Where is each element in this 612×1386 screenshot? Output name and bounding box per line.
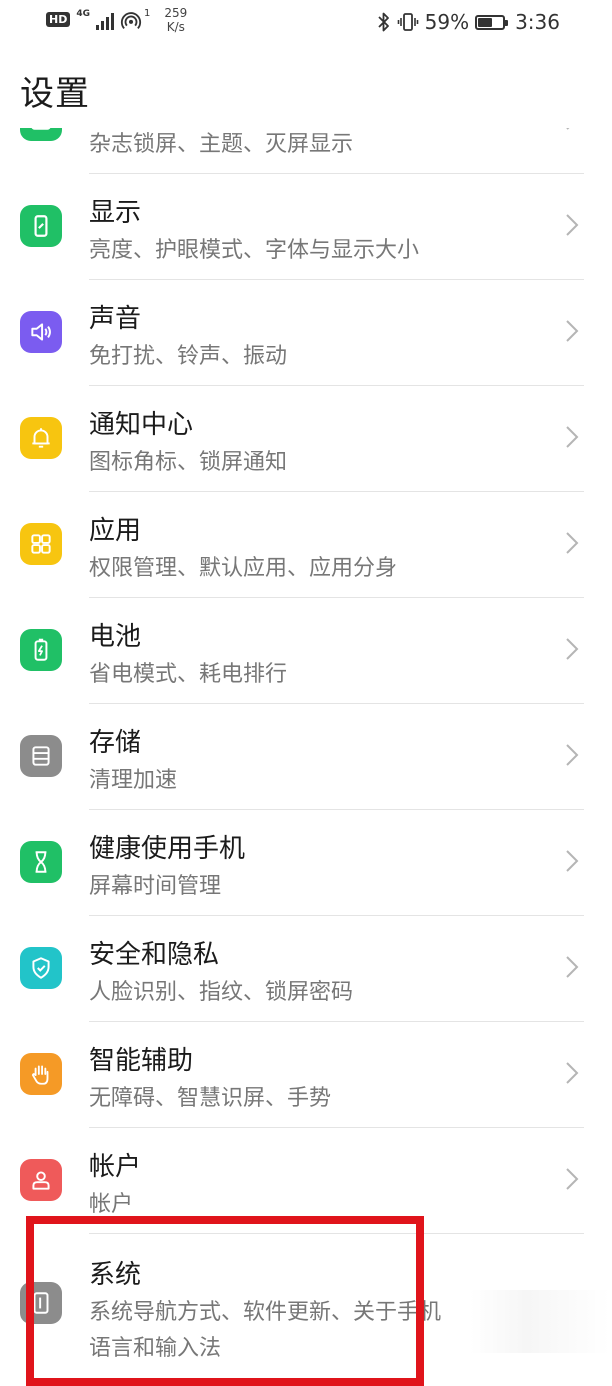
settings-item-smart-assistance[interactable]: 智能辅助 无障碍、智慧识屏、手势 xyxy=(0,1022,612,1128)
blur-overlay xyxy=(470,1290,610,1353)
settings-item-accounts[interactable]: 帐户 帐户 xyxy=(0,1128,612,1234)
chevron-right-icon xyxy=(566,850,579,872)
settings-item-title: 智能辅助 xyxy=(89,1046,194,1076)
battery-level xyxy=(478,17,493,27)
settings-item-sound[interactable]: 声音 免打扰、铃声、振动 xyxy=(0,280,612,386)
apps-grid-icon xyxy=(20,523,62,565)
network-speed: 259 K/s xyxy=(164,6,187,34)
page-title: 设置 xyxy=(20,74,90,114)
settings-item-apps[interactable]: 应用 权限管理、默认应用、应用分身 xyxy=(0,492,612,598)
settings-item-subtitle: 系统导航方式、软件更新、关于手机 xyxy=(89,1300,442,1325)
chevron-right-icon xyxy=(566,532,579,554)
speaker-icon xyxy=(20,311,62,353)
vibrate-icon xyxy=(397,13,418,31)
chevron-right-icon xyxy=(566,1062,579,1084)
hand-icon xyxy=(20,1053,62,1095)
speed-value: 259 xyxy=(164,6,188,20)
bell-icon xyxy=(20,417,62,459)
speed-unit: K/s xyxy=(166,20,185,34)
settings-item-title: 声音 xyxy=(89,304,142,334)
status-right: 59% 3:36 xyxy=(377,10,560,34)
status-left: HD 4G 1 259 K/s xyxy=(46,6,187,34)
settings-item-subtitle: 帐户 xyxy=(89,1192,134,1217)
status-bar: HD 4G 1 259 K/s 59% 3:36 xyxy=(0,0,612,48)
chevron-right-icon xyxy=(566,638,579,660)
shield-check-icon xyxy=(20,947,62,989)
settings-item-subtitle: 图标角标、锁屏通知 xyxy=(89,450,288,475)
chevron-right-icon xyxy=(566,426,579,448)
settings-item-subtitle: 屏幕时间管理 xyxy=(89,874,222,899)
hotspot-icon xyxy=(120,12,142,29)
settings-item-title: 通知中心 xyxy=(89,410,194,440)
settings-item-subtitle: 省电模式、耗电排行 xyxy=(89,662,288,687)
settings-item-title: 存储 xyxy=(89,728,142,758)
settings-item-subtitle: 权限管理、默认应用、应用分身 xyxy=(89,556,398,581)
hourglass-icon xyxy=(20,841,62,883)
settings-item-subtitle: 杂志锁屏、主题、灭屏显示 xyxy=(89,132,354,157)
chevron-right-icon xyxy=(566,214,579,236)
settings-item-title: 安全和隐私 xyxy=(89,940,220,970)
settings-item-title: 健康使用手机 xyxy=(89,834,246,864)
settings-item-title: 帐户 xyxy=(89,1152,142,1182)
settings-item-notifications[interactable]: 通知中心 图标角标、锁屏通知 xyxy=(0,386,612,492)
battery-icon xyxy=(20,629,62,671)
header: 设置 xyxy=(0,48,612,128)
bluetooth-icon xyxy=(377,12,389,32)
storage-icon xyxy=(20,735,62,777)
settings-item-title: 电池 xyxy=(89,622,142,652)
settings-item-subtitle: 免打扰、铃声、振动 xyxy=(89,344,288,369)
signal-icon xyxy=(96,12,114,30)
settings-item-battery[interactable]: 电池 省电模式、耗电排行 xyxy=(0,598,612,704)
chevron-right-icon xyxy=(566,320,579,342)
settings-item-title: 应用 xyxy=(89,516,142,546)
settings-item-display[interactable]: 显示 亮度、护眼模式、字体与显示大小 xyxy=(0,174,612,280)
battery-percent: 59% xyxy=(424,10,470,34)
settings-item-subtitle: 人脸识别、指纹、锁屏密码 xyxy=(89,980,354,1005)
chevron-right-icon xyxy=(566,1168,579,1190)
network-type: 4G xyxy=(76,9,90,19)
settings-item-title: 系统 xyxy=(89,1260,142,1290)
hotspot-count: 1 xyxy=(144,8,151,19)
settings-item-subtitle-line2: 语言和输入法 xyxy=(89,1336,222,1361)
settings-item-storage[interactable]: 存储 清理加速 xyxy=(0,704,612,810)
user-icon xyxy=(20,1159,62,1201)
chevron-right-icon xyxy=(566,956,579,978)
settings-item-subtitle: 亮度、护眼模式、字体与显示大小 xyxy=(89,238,420,263)
chevron-right-icon xyxy=(566,744,579,766)
settings-list[interactable]: 杂志锁屏、主题、灭屏显示 显示 亮度、护眼模式、字体与显示大小 声音 免打扰、铃… xyxy=(0,68,612,1384)
settings-item-digital-balance[interactable]: 健康使用手机 屏幕时间管理 xyxy=(0,810,612,916)
settings-item-subtitle: 清理加速 xyxy=(89,768,178,793)
clock: 3:36 xyxy=(515,10,560,34)
settings-item-title: 显示 xyxy=(89,198,142,228)
display-icon xyxy=(20,205,62,247)
hd-badge: HD xyxy=(46,12,71,27)
phone-icon xyxy=(20,1282,62,1324)
battery-icon xyxy=(475,14,509,30)
settings-item-subtitle: 无障碍、智慧识屏、手势 xyxy=(89,1086,332,1111)
settings-item-security-privacy[interactable]: 安全和隐私 人脸识别、指纹、锁屏密码 xyxy=(0,916,612,1022)
